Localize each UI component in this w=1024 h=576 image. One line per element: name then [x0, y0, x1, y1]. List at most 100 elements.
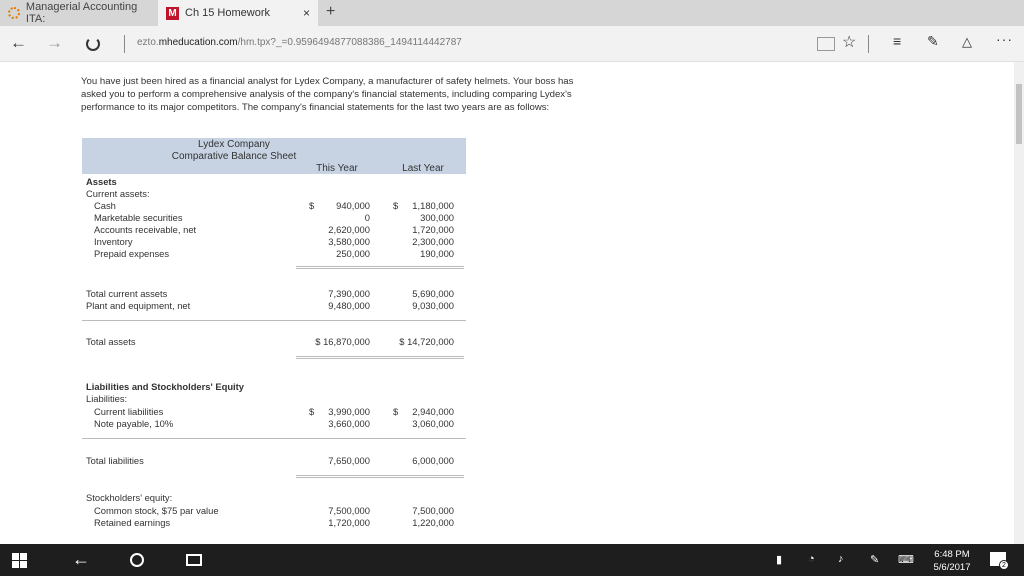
column-header-last-year: Last Year: [402, 163, 444, 174]
value-this-year: 2,620,000: [328, 224, 370, 235]
tab-ch15-homework[interactable]: M Ch 15 Homework ×: [158, 0, 318, 26]
back-arrow-icon[interactable]: ←: [72, 549, 90, 570]
notification-badge: 2: [999, 560, 1009, 570]
balance-sheet: Lydex Company Comparative Balance Sheet …: [82, 138, 466, 528]
value-last-year: 1,720,000: [412, 224, 454, 235]
value-this-year: 9,480,000: [328, 300, 370, 311]
subsection-heading: Stockholders' equity:: [82, 492, 466, 504]
back-arrow-icon[interactable]: ←: [10, 33, 27, 53]
row-label: Plant and equipment, net: [86, 300, 191, 311]
reading-view-icon[interactable]: [817, 37, 835, 51]
table-row: Marketable securities 0 300,000: [82, 212, 466, 224]
url-path: /hm.tpx?_=0.9596494877088386_14941144427…: [237, 37, 462, 48]
subtotal-rule: [296, 475, 464, 478]
subsection-heading: Current assets:: [82, 188, 466, 200]
favorite-star-icon[interactable]: ☆: [842, 32, 856, 52]
row-label: Common stock, $75 par value: [94, 505, 219, 516]
subsection-heading: Liabilities:: [82, 393, 466, 405]
cortana-icon[interactable]: [130, 553, 144, 567]
taskbar: ← ▮ ◔ ♪ ✎ ⌨ 6:48 PM 5/6/2017 2: [0, 544, 1024, 576]
value-last-year: $ 14,720,000: [399, 336, 454, 347]
value-this-year: 3,990,000: [328, 406, 370, 417]
value-this-year: 940,000: [336, 200, 370, 211]
value-this-year: 3,580,000: [328, 236, 370, 247]
value-last-year: 1,180,000: [412, 200, 454, 211]
more-icon[interactable]: ···: [996, 31, 1013, 47]
mcgraw-hill-favicon-icon: M: [166, 6, 179, 20]
value-last-year: 2,300,000: [412, 236, 454, 247]
close-tab-icon[interactable]: ×: [303, 6, 310, 20]
row-label: Inventory: [94, 236, 133, 247]
value-this-year: 7,390,000: [328, 288, 370, 299]
subtotal-rule: [296, 266, 464, 269]
row-label: Accounts receivable, net: [94, 224, 197, 235]
value-last-year: 300,000: [420, 212, 454, 223]
value-last-year: 3,060,000: [412, 418, 454, 429]
table-row: Retained earnings 1,720,000 1,220,000: [82, 517, 466, 529]
web-note-icon[interactable]: ✎: [927, 33, 939, 50]
value-last-year: 2,940,000: [412, 406, 454, 417]
task-view-icon[interactable]: [186, 554, 202, 566]
wifi-icon[interactable]: ◔: [808, 553, 815, 565]
table-row: Common stock, $75 par value 7,500,000 7,…: [82, 505, 466, 517]
table-row: Current liabilities $ 3,990,000 $ 2,940,…: [82, 406, 466, 418]
keyboard-icon[interactable]: ⌨: [898, 553, 914, 566]
clock-time: 6:48 PM: [934, 549, 970, 560]
clock-date: 5/6/2017: [933, 562, 971, 573]
problem-intro: You have just been hired as a financial …: [81, 76, 574, 113]
row-label: Cash: [94, 200, 116, 211]
value-last-year: 9,030,000: [412, 300, 454, 311]
liabilities-heading: Liabilities:: [86, 393, 128, 404]
page-content: You have just been hired as a financial …: [0, 62, 1024, 544]
balance-sheet-header: Lydex Company Comparative Balance Sheet …: [82, 138, 466, 174]
row-label: Prepaid expenses: [94, 248, 170, 259]
table-row: Total liabilities 7,650,000 6,000,000: [82, 455, 466, 467]
column-header-this-year: This Year: [316, 163, 358, 174]
row-label: Total liabilities: [86, 455, 144, 466]
section-heading: Assets: [82, 176, 466, 188]
table-row: Accounts receivable, net 2,620,000 1,720…: [82, 224, 466, 236]
windows-start-icon[interactable]: [12, 553, 27, 568]
loading-icon: [8, 7, 20, 19]
tab-title: Managerial Accounting ITA:: [25, 1, 138, 25]
divider: [868, 35, 869, 53]
value-last-year: 1,220,000: [412, 517, 454, 528]
pen-icon[interactable]: ✎: [870, 553, 879, 566]
row-label: Total assets: [86, 336, 136, 347]
table-row: Plant and equipment, net 9,480,000 9,030…: [82, 300, 466, 312]
tab-strip: Managerial Accounting ITA: M Ch 15 Homew…: [0, 0, 1024, 26]
liabilities-equity-heading: Liabilities and Stockholders' Equity: [86, 381, 244, 392]
section-heading: Liabilities and Stockholders' Equity: [82, 381, 466, 393]
value-this-year: 1,720,000: [328, 517, 370, 528]
divider: [82, 320, 466, 321]
company-name: Lydex Company: [198, 139, 270, 150]
table-row: Cash $ 940,000 $ 1,180,000: [82, 200, 466, 212]
table-row: Inventory 3,580,000 2,300,000: [82, 236, 466, 248]
address-bar[interactable]: ezto.mheducation.com/hm.tpx?_=0.95964948…: [137, 37, 462, 48]
refresh-icon[interactable]: [86, 37, 100, 51]
hub-icon[interactable]: ≡: [893, 33, 901, 49]
scrollbar-thumb[interactable]: [1016, 84, 1022, 144]
value-last-year: 190,000: [420, 248, 454, 259]
row-label: Marketable securities: [94, 212, 183, 223]
url-domain: mheducation.com: [158, 37, 238, 48]
stockholders-equity-heading: Stockholders' equity:: [86, 492, 173, 503]
table-row: Note payable, 10% 3,660,000 3,060,000: [82, 418, 466, 430]
volume-icon[interactable]: ♪: [838, 553, 844, 565]
row-label: Note payable, 10%: [94, 418, 174, 429]
value-this-year: 250,000: [336, 248, 370, 259]
battery-icon[interactable]: ▮: [776, 553, 782, 566]
share-icon[interactable]: △: [962, 34, 972, 50]
forward-arrow-icon[interactable]: →: [46, 33, 63, 53]
current-assets-heading: Current assets:: [86, 188, 150, 199]
row-label: Total current assets: [86, 288, 168, 299]
navigation-bar: ← → ezto.mheducation.com/hm.tpx?_=0.9596…: [0, 26, 1024, 62]
tab-managerial-accounting[interactable]: Managerial Accounting ITA:: [0, 0, 158, 26]
value-last-year: 7,500,000: [412, 505, 454, 516]
system-clock[interactable]: 6:48 PM 5/6/2017: [926, 548, 978, 574]
value-last-year: 5,690,000: [412, 288, 454, 299]
url-prefix: ezto.: [137, 37, 159, 48]
scrollbar[interactable]: [1014, 62, 1024, 544]
new-tab-button[interactable]: +: [326, 3, 335, 21]
value-this-year: 0: [364, 212, 370, 223]
